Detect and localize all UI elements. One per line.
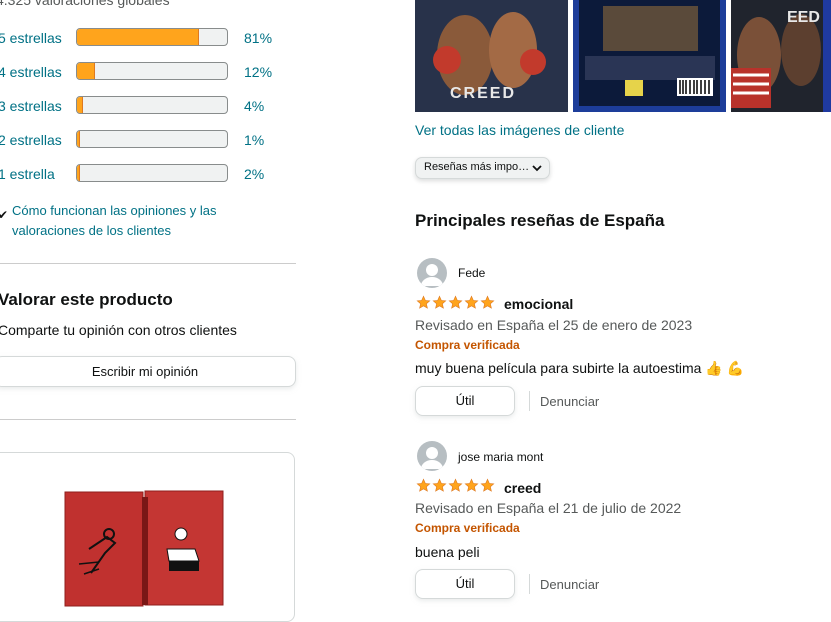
avatar[interactable]	[417, 258, 447, 288]
star-icon	[448, 295, 463, 309]
svg-text:CREED: CREED	[450, 85, 516, 102]
histogram-row-1[interactable]: 1 estrella 2%	[0, 164, 288, 184]
star-icon	[464, 478, 479, 492]
histogram-row-4[interactable]: 4 estrellas 12%	[0, 62, 288, 82]
histogram-label[interactable]: 1 estrella	[0, 166, 55, 182]
histogram-percent[interactable]: 12%	[244, 64, 272, 80]
steelbook-image[interactable]	[59, 489, 239, 614]
chevron-right-icon: ✔	[0, 208, 9, 222]
sort-dropdown[interactable]: Reseñas más impo…	[415, 157, 550, 179]
histogram-bar[interactable]	[76, 62, 228, 80]
star-icon	[480, 478, 495, 492]
histogram-percent[interactable]: 4%	[244, 98, 264, 114]
star-icon	[432, 295, 447, 309]
histogram-row-2[interactable]: 2 estrellas 1%	[0, 130, 288, 150]
report-link[interactable]: Denunciar	[540, 577, 599, 592]
left-divider-1	[0, 263, 296, 264]
histogram-bar[interactable]	[76, 130, 228, 148]
review-author[interactable]: Fede	[458, 266, 485, 280]
histogram-percent[interactable]: 2%	[244, 166, 264, 182]
histogram-fill	[77, 165, 80, 181]
left-divider-2	[0, 419, 296, 420]
product-card[interactable]	[0, 452, 295, 622]
review-meta: Revisado en España el 25 de enero de 202…	[415, 317, 693, 333]
rate-product-subtitle: Comparte tu opinión con otros clientes	[0, 322, 237, 338]
histogram-bar[interactable]	[76, 164, 228, 182]
helpful-button[interactable]: Útil	[415, 569, 515, 599]
review-body: muy buena película para subirte la autoe…	[415, 360, 745, 376]
verified-purchase-badge[interactable]: Compra verificada	[415, 338, 520, 352]
ratings-total: 4.325 valoraciones globales	[0, 0, 170, 8]
histogram-row-5[interactable]: 5 estrellas 81%	[0, 28, 288, 48]
histogram-bar[interactable]	[76, 96, 228, 114]
histogram-label[interactable]: 5 estrellas	[0, 30, 62, 46]
histogram-row-3[interactable]: 3 estrellas 4%	[0, 96, 288, 116]
divider	[529, 574, 530, 594]
star-icon	[480, 295, 495, 309]
histogram-label[interactable]: 4 estrellas	[0, 64, 62, 80]
report-link[interactable]: Denunciar	[540, 394, 599, 409]
reviews-heading: Principales reseñas de España	[415, 211, 665, 230]
divider	[529, 391, 530, 411]
histogram-fill	[77, 97, 83, 113]
review-author[interactable]: jose maria mont	[458, 450, 543, 464]
rate-product-heading: Valorar este producto	[0, 290, 173, 309]
customer-image-3[interactable]: EED II	[731, 0, 831, 112]
star-icon	[464, 295, 479, 309]
histogram-bar[interactable]	[76, 28, 228, 46]
see-all-customer-images-link[interactable]: Ver todas las imágenes de cliente	[415, 122, 624, 138]
avatar[interactable]	[417, 441, 447, 471]
sort-dropdown-value: Reseñas más impo…	[424, 161, 530, 173]
chevron-down-icon	[532, 165, 542, 172]
helpful-button[interactable]: Útil	[415, 386, 515, 416]
star-icon	[448, 478, 463, 492]
star-icon	[416, 478, 431, 492]
star-icon	[432, 478, 447, 492]
customer-image-2[interactable]	[573, 0, 726, 112]
histogram-percent[interactable]: 1%	[244, 132, 264, 148]
review-body: buena peli	[415, 544, 480, 560]
star-rating[interactable]	[416, 478, 495, 494]
review-meta: Revisado en España el 21 de julio de 202…	[415, 500, 682, 516]
star-rating[interactable]	[416, 295, 495, 311]
star-icon	[416, 295, 431, 309]
review-title[interactable]: emocional	[504, 296, 573, 312]
customer-image-1[interactable]: CREED	[415, 0, 568, 112]
histogram-label[interactable]: 2 estrellas	[0, 132, 62, 148]
histogram-label[interactable]: 3 estrellas	[0, 98, 62, 114]
how-reviews-work-link[interactable]: Cómo funcionan las opiniones y las valor…	[12, 201, 262, 241]
histogram-percent[interactable]: 81%	[244, 30, 272, 46]
histogram-fill	[77, 63, 95, 79]
write-review-button[interactable]: Escribir mi opinión	[0, 356, 296, 387]
verified-purchase-badge[interactable]: Compra verificada	[415, 521, 520, 535]
histogram-fill	[77, 29, 199, 45]
histogram-fill	[77, 131, 80, 147]
review-title[interactable]: creed	[504, 480, 541, 496]
